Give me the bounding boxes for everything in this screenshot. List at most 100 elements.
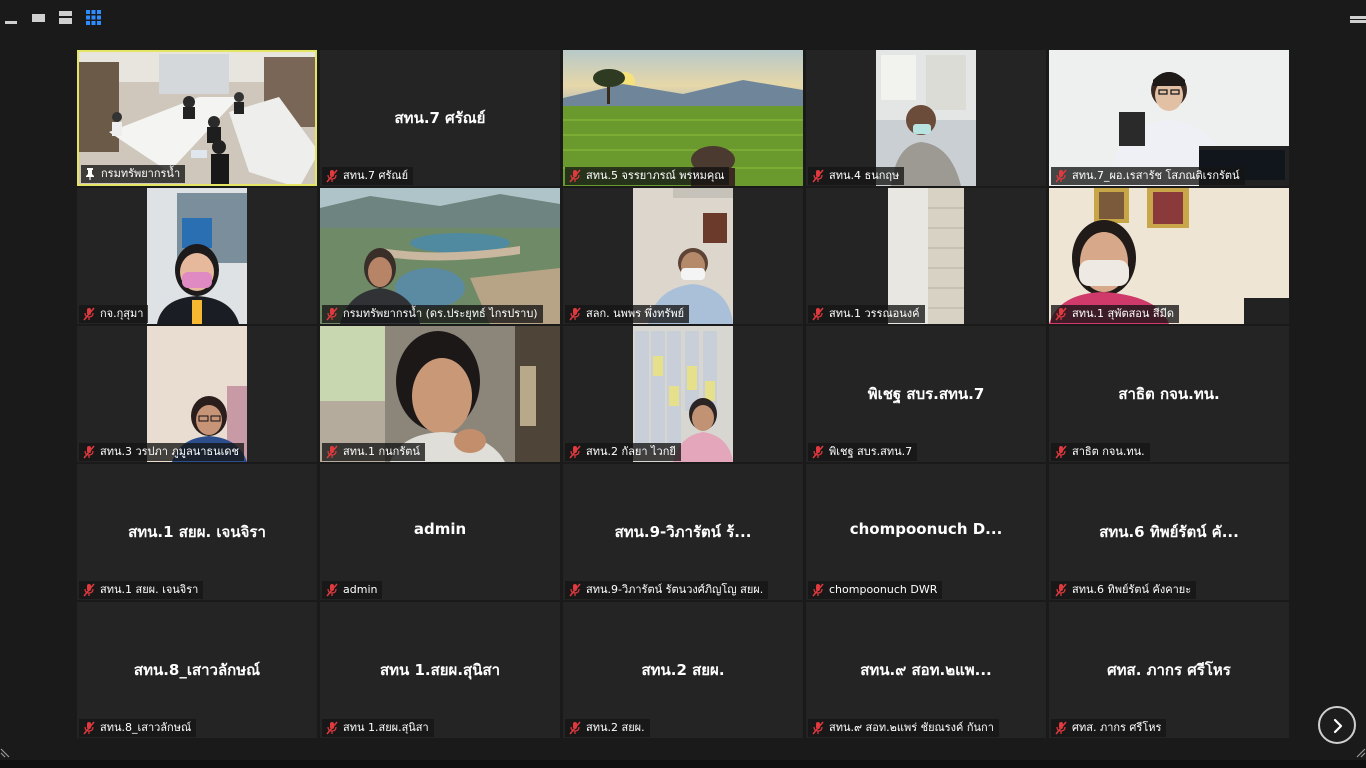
participant-tile[interactable]: สาธิต กจน.ทน. สาธิต กจน.ทน.: [1049, 326, 1289, 462]
participant-name: สทน.8_เสาวลักษณ์: [100, 721, 192, 734]
participant-video: [633, 326, 733, 462]
muted-mic-icon: [326, 445, 338, 459]
participant-tile[interactable]: สทน.9-วิภารัตน์ ร้... สทน.9-วิภารัตน์ รั…: [563, 464, 803, 600]
participant-gallery: กรมทรัพยากรน้ำ สทน.7 ศรัณย์ สทน.7 ศรัณย์: [77, 50, 1291, 738]
participant-tile[interactable]: สทน.4 ธนกฤษ: [806, 50, 1046, 186]
zoom-gallery-window: กรมทรัพยากรน้ำ สทน.7 ศรัณย์ สทน.7 ศรัณย์: [0, 0, 1366, 768]
chevron-right-icon: [1333, 718, 1343, 734]
exit-fullscreen-icon[interactable]: [1350, 8, 1366, 26]
participant-name-bar: สทน.5 จรรยาภรณ์ พรหมคุณ: [565, 167, 730, 185]
participant-name-bar: สทน.3 วรปภา ภูมูลนาธนเดช: [79, 443, 245, 461]
participant-tile[interactable]: สทน.7_ผอ.เรสารัช โสภณติเรกรัตน์: [1049, 50, 1289, 186]
participant-video: [563, 50, 803, 186]
participant-name-bar: chompoonuch DWR: [808, 581, 943, 599]
muted-mic-icon: [83, 583, 95, 597]
muted-mic-icon: [1055, 583, 1067, 597]
participant-tile[interactable]: กรมทรัพยากรน้ำ (ดร.ประยุทธ์ ไกรปราบ): [320, 188, 560, 324]
participant-name-bar: สทน.8_เสาวลักษณ์: [79, 719, 197, 737]
participant-name-bar: สทน.9-วิภารัตน์ รัตนวงศ์ภิญโญ สยผ.: [565, 581, 769, 599]
participant-name: สทน.1 สุพัตสอน สีมีด: [1072, 307, 1175, 320]
participant-name: สลก. นพพร พึ่งทรัพย์: [586, 307, 685, 320]
participant-video: [1049, 50, 1289, 186]
muted-mic-icon: [812, 169, 824, 183]
participant-tile[interactable]: กจ.กุสุมา: [77, 188, 317, 324]
participant-name-bar: กรมทรัพยากรน้ำ (ดร.ประยุทธ์ ไกรปราบ): [322, 305, 543, 323]
participant-tile[interactable]: สทน.๙ สอท.๒แพ... สทน.๙ สอท.๒แพร่ ชัยณรงค…: [806, 602, 1046, 738]
participant-tile[interactable]: สทน 1.สยผ.สุนิสา สทน 1.สยผ.สุนิสา: [320, 602, 560, 738]
participant-tile[interactable]: สทน.1 สยผ. เจนจิรา สทน.1 สยผ. เจนจิรา: [77, 464, 317, 600]
next-page-button[interactable]: [1318, 706, 1356, 744]
muted-mic-icon: [1055, 445, 1067, 459]
participant-tile[interactable]: สทน.2 สยผ. สทน.2 สยผ.: [563, 602, 803, 738]
participant-tile[interactable]: สทน.3 วรปภา ภูมูลนาธนเดช: [77, 326, 317, 462]
participant-tile[interactable]: admin admin: [320, 464, 560, 600]
muted-mic-icon: [569, 307, 581, 321]
muted-mic-icon: [569, 445, 581, 459]
participant-tile[interactable]: สทน.5 จรรยาภรณ์ พรหมคุณ: [563, 50, 803, 186]
participant-center-name: พิเชฐ สบร.สทน.7: [867, 385, 985, 403]
participant-center-name: สทน.1 สยผ. เจนจิรา: [128, 523, 266, 541]
muted-mic-icon: [812, 583, 824, 597]
resize-grip-icon[interactable]: [0, 746, 12, 758]
participant-name: พิเชฐ สบร.สทน.7: [829, 445, 913, 458]
participant-tile[interactable]: กรมทรัพยากรน้ำ: [77, 50, 317, 186]
participant-name: สาธิต กจน.ทน.: [1072, 445, 1145, 458]
participant-name: สทน.3 วรปภา ภูมูลนาธนเดช: [100, 445, 240, 458]
muted-mic-icon: [326, 169, 338, 183]
participant-tile[interactable]: สทน.1 วรรณอนงค์: [806, 188, 1046, 324]
participant-name-bar: สทน.๙ สอท.๒แพร่ ชัยณรงค์ กันกา: [808, 719, 999, 737]
participant-name-bar: สทน.1 วรรณอนงค์: [808, 305, 925, 323]
muted-mic-icon: [83, 721, 95, 735]
participant-tile[interactable]: สทน.7 ศรัณย์ สทน.7 ศรัณย์: [320, 50, 560, 186]
participant-video: [147, 188, 247, 324]
participant-center-name: chompoonuch D...: [849, 520, 1003, 538]
participant-name-bar: สทน.1 กนกรัตน์: [322, 443, 425, 461]
participant-center-name: admin: [413, 520, 467, 538]
muted-mic-icon: [569, 169, 581, 183]
participant-name: สทน.๙ สอท.๒แพร่ ชัยณรงค์ กันกา: [829, 721, 994, 734]
participant-name-bar: สทน.1 สุพัตสอน สีมีด: [1051, 305, 1180, 323]
participant-name-bar: สลก. นพพร พึ่งทรัพย์: [565, 305, 690, 323]
participant-name: สทน.6 ทิพย์รัตน์ คังคายะ: [1072, 583, 1192, 596]
participant-tile[interactable]: chompoonuch D... chompoonuch DWR: [806, 464, 1046, 600]
participant-tile[interactable]: สทน.1 สุพัตสอน สีมีด: [1049, 188, 1289, 324]
muted-mic-icon: [326, 721, 338, 735]
resize-grip-icon[interactable]: [1354, 746, 1366, 758]
participant-name: สทน.4 ธนกฤษ: [829, 169, 900, 182]
participant-tile[interactable]: สทน.6 ทิพย์รัตน์ คั... สทน.6 ทิพย์รัตน์ …: [1049, 464, 1289, 600]
minimize-icon[interactable]: [3, 8, 21, 26]
participant-name-bar: พิเชฐ สบร.สทน.7: [808, 443, 918, 461]
participant-name-bar: สทน.7 ศรัณย์: [322, 167, 414, 185]
participant-video: [1049, 188, 1289, 324]
gallery-view-icon[interactable]: [85, 8, 103, 26]
participant-name: สทน.1 สยผ. เจนจิรา: [100, 583, 199, 596]
speaker-view-icon[interactable]: [30, 8, 48, 26]
muted-mic-icon: [83, 445, 95, 459]
participant-center-name: สทน.2 สยผ.: [641, 661, 725, 679]
participant-tile[interactable]: พิเชฐ สบร.สทน.7 พิเชฐ สบร.สทน.7: [806, 326, 1046, 462]
muted-mic-icon: [569, 721, 581, 735]
participant-name: ศทส. ภากร ศรีโหร: [1072, 721, 1162, 734]
participant-name: สทน 1.สยผ.สุนิสา: [343, 721, 429, 734]
participant-tile[interactable]: สทน.8_เสาวลักษณ์ สทน.8_เสาวลักษณ์: [77, 602, 317, 738]
muted-mic-icon: [812, 307, 824, 321]
muted-mic-icon: [326, 583, 338, 597]
participant-name-bar: สทน.2 สยผ.: [565, 719, 650, 737]
participant-tile[interactable]: สลก. นพพร พึ่งทรัพย์: [563, 188, 803, 324]
participant-center-name: สทน.7 ศรัณย์: [394, 109, 486, 127]
participant-tile[interactable]: สทน.2 กัลยา ไวกยี: [563, 326, 803, 462]
pin-icon: [86, 168, 94, 180]
participant-name-bar: สาธิต กจน.ทน.: [1051, 443, 1150, 461]
participant-name: สทน.5 จรรยาภรณ์ พรหมคุณ: [586, 169, 725, 182]
muted-mic-icon: [569, 583, 581, 597]
participant-name: สทน.2 สยผ.: [586, 721, 645, 734]
muted-mic-icon: [83, 307, 95, 321]
participant-video: [320, 188, 560, 324]
muted-mic-icon: [812, 445, 824, 459]
participant-name: กรมทรัพยากรน้ำ (ดร.ประยุทธ์ ไกรปราบ): [343, 307, 538, 320]
strip-view-icon[interactable]: [57, 8, 75, 26]
participant-tile[interactable]: ศทส. ภากร ศรีโหร ศทส. ภากร ศรีโหร: [1049, 602, 1289, 738]
participant-video: [633, 188, 733, 324]
participant-tile[interactable]: สทน.1 กนกรัตน์: [320, 326, 560, 462]
participant-name: สทน.1 กนกรัตน์: [343, 445, 420, 458]
